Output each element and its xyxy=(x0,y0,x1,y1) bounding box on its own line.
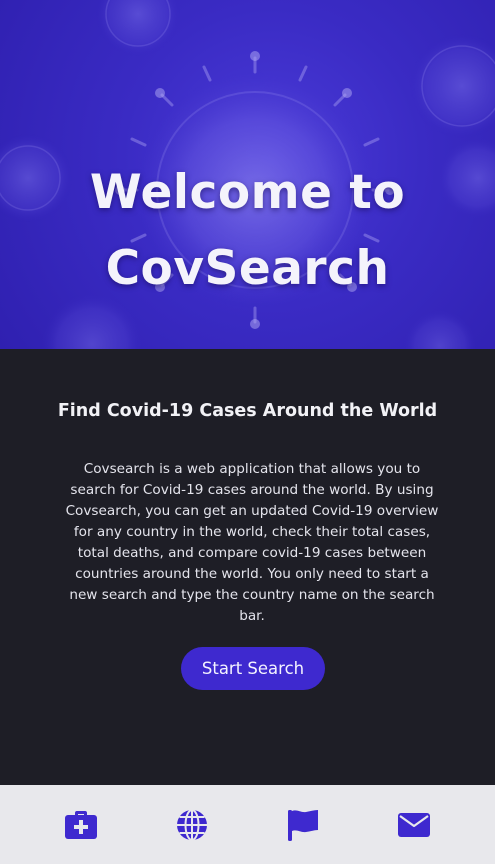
page-subtitle: Find Covid-19 Cases Around the World xyxy=(57,400,438,421)
app-root: Welcome to CovSearch Find Covid-19 Cases… xyxy=(0,0,495,864)
globe-icon xyxy=(177,808,208,841)
nav-item-globe[interactable] xyxy=(162,795,222,855)
hero-banner: Welcome to CovSearch xyxy=(0,0,495,349)
hero-title-line1: Welcome to xyxy=(89,165,406,221)
bottom-nav xyxy=(0,785,495,864)
virus-top-left xyxy=(96,0,180,56)
hero-title: Welcome to CovSearch xyxy=(0,155,495,307)
nav-item-medical[interactable] xyxy=(51,795,111,855)
nav-item-mail[interactable] xyxy=(384,795,444,855)
medical-kit-icon xyxy=(65,810,98,839)
flag-icon xyxy=(287,809,318,841)
start-search-button[interactable]: Start Search xyxy=(181,647,325,690)
virus-bottom-right xyxy=(404,310,476,349)
virus-top-right xyxy=(410,34,495,138)
nav-item-flag[interactable] xyxy=(273,795,333,855)
hero-title-line2: CovSearch xyxy=(105,241,390,297)
app-description: Covsearch is a web application that allo… xyxy=(65,460,439,624)
envelope-icon xyxy=(397,812,430,837)
main-content: Find Covid-19 Cases Around the World Cov… xyxy=(0,349,495,785)
